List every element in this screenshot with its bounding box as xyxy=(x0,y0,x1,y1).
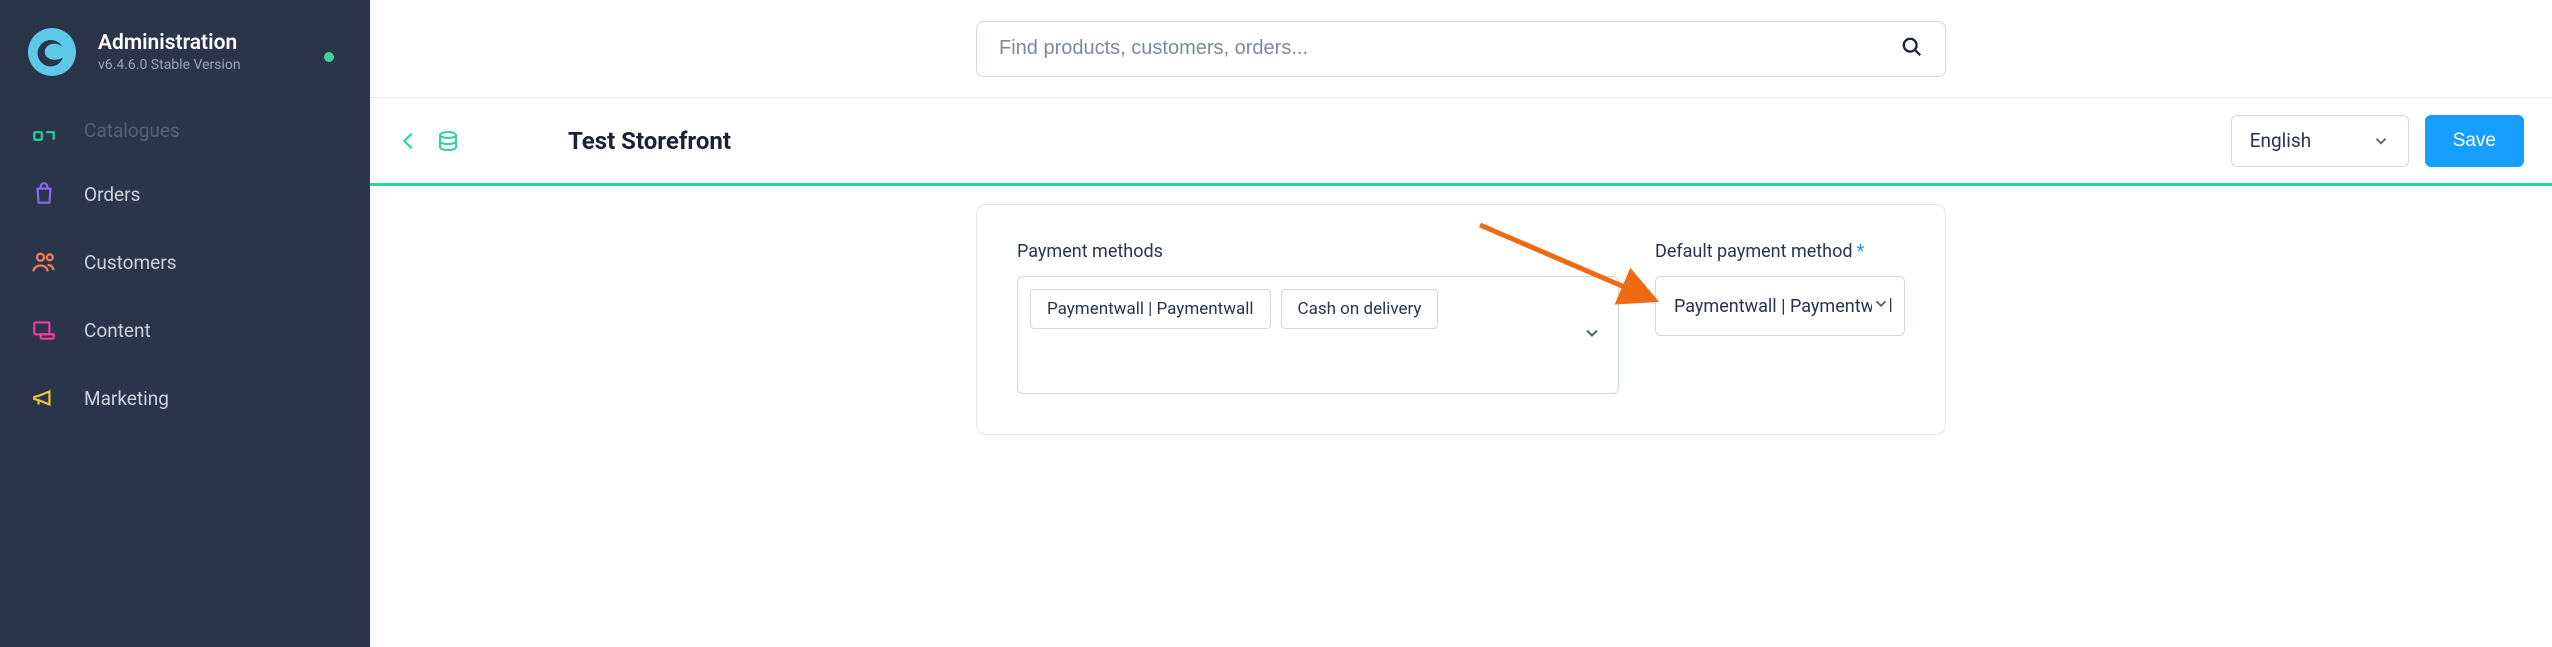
main: Test Storefront English Save Payment met… xyxy=(370,0,2552,647)
chevron-left-icon xyxy=(398,130,420,152)
settings-card: Payment methods Paymentwall | Paymentwal… xyxy=(976,204,1946,435)
save-button[interactable]: Save xyxy=(2425,115,2524,167)
default-payment-label: Default payment method* xyxy=(1655,241,1905,262)
payment-method-chip[interactable]: Cash on delivery xyxy=(1281,289,1439,329)
search-icon xyxy=(1901,36,1923,62)
users-icon xyxy=(28,246,60,278)
brand-version: v6.4.6.0 Stable Version xyxy=(98,57,241,73)
sidebar-item-label: Orders xyxy=(84,183,140,206)
chevron-down-icon xyxy=(1582,323,1602,347)
sidebar-item-content[interactable]: Content xyxy=(0,296,370,364)
sidebar-item-label: Content xyxy=(84,319,151,342)
page-title: Test Storefront xyxy=(568,127,731,155)
storage-icon xyxy=(436,129,460,153)
brand-title: Administration xyxy=(98,31,241,55)
sidebar-header: Administration v6.4.6.0 Stable Version xyxy=(0,18,370,100)
shopware-logo-icon xyxy=(37,37,67,67)
sidebar-item-marketing[interactable]: Marketing xyxy=(0,364,370,432)
sidebar-item-label: Catalogues xyxy=(84,119,180,142)
list-view-button[interactable] xyxy=(436,129,460,153)
chevron-down-icon xyxy=(2372,132,2390,150)
default-payment-field: Default payment method* Paymentwall | Pa… xyxy=(1655,241,1905,394)
payment-method-chip[interactable]: Paymentwall | Paymentwall xyxy=(1030,289,1271,329)
sidebar-item-orders[interactable]: Orders xyxy=(0,160,370,228)
back-button[interactable] xyxy=(398,130,420,152)
payment-methods-field: Payment methods Paymentwall | Paymentwal… xyxy=(1017,241,1619,394)
grid-icon xyxy=(28,114,60,146)
language-select[interactable]: English xyxy=(2231,115,2409,167)
default-payment-select[interactable]: Paymentwall | Paymentwall xyxy=(1655,276,1905,336)
page-toolbar: Test Storefront English Save xyxy=(370,98,2552,186)
global-search[interactable] xyxy=(976,21,1946,77)
sidebar-item-customers[interactable]: Customers xyxy=(0,228,370,296)
layout-icon xyxy=(28,314,60,346)
sidebar: Administration v6.4.6.0 Stable Version C… xyxy=(0,0,370,647)
search-input[interactable] xyxy=(999,37,1831,60)
language-value: English xyxy=(2250,129,2311,152)
sidebar-item-label: Marketing xyxy=(84,387,169,410)
required-asterisk: * xyxy=(1857,241,1865,262)
sidebar-nav: Catalogues Orders Customers xyxy=(0,110,370,432)
content-area: Payment methods Paymentwall | Paymentwal… xyxy=(370,186,2552,435)
sidebar-item-catalogues[interactable]: Catalogues xyxy=(0,110,370,160)
payment-methods-multiselect[interactable]: Paymentwall | Paymentwall Cash on delive… xyxy=(1017,276,1619,394)
megaphone-icon xyxy=(28,382,60,414)
sidebar-item-label: Customers xyxy=(84,251,177,274)
brand-logo xyxy=(28,28,76,76)
default-payment-label-text: Default payment method xyxy=(1655,241,1853,262)
chevron-down-icon xyxy=(1872,295,1890,318)
bag-icon xyxy=(28,178,60,210)
status-dot-icon xyxy=(324,52,334,62)
default-payment-value: Paymentwall | Paymentwall xyxy=(1674,296,1893,317)
payment-methods-label: Payment methods xyxy=(1017,241,1619,262)
topbar xyxy=(370,0,2552,98)
